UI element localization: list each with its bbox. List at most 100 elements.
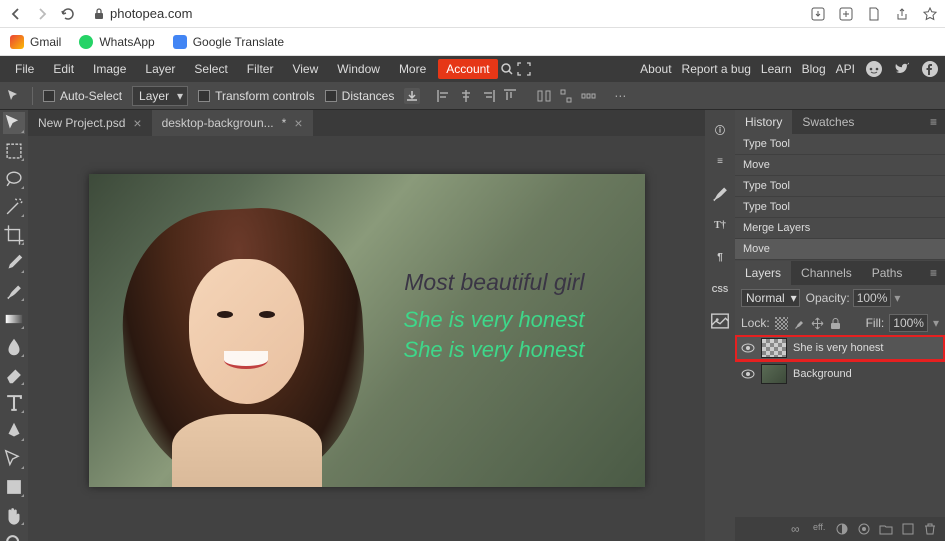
share-icon[interactable] bbox=[895, 7, 909, 21]
download-icon[interactable] bbox=[404, 88, 420, 104]
document-tab[interactable]: desktop-backgroun...*× bbox=[152, 110, 313, 136]
back-button[interactable] bbox=[8, 6, 24, 22]
layer-row[interactable]: Background bbox=[735, 361, 945, 387]
lock-all-icon[interactable] bbox=[829, 317, 842, 330]
character-panel-icon[interactable]: T† bbox=[709, 214, 731, 236]
star-icon[interactable] bbox=[923, 7, 937, 21]
menu-file[interactable]: File bbox=[6, 58, 43, 80]
shape-tool[interactable] bbox=[3, 476, 25, 498]
auto-select-checkbox[interactable]: Auto-Select bbox=[43, 89, 122, 103]
tab-history[interactable]: History bbox=[735, 110, 792, 134]
opacity-value[interactable]: 100% bbox=[853, 289, 892, 307]
transform-checkbox[interactable]: Transform controls bbox=[198, 89, 315, 103]
marquee-tool[interactable] bbox=[3, 140, 25, 162]
menu-select[interactable]: Select bbox=[185, 58, 236, 80]
bookmark-gmail[interactable]: Gmail bbox=[10, 35, 61, 49]
menu-api[interactable]: API bbox=[836, 62, 855, 76]
fullscreen-icon[interactable] bbox=[516, 61, 532, 77]
menu-more[interactable]: More bbox=[390, 58, 435, 80]
new-layer-icon[interactable] bbox=[901, 522, 915, 536]
layer-name[interactable]: Background bbox=[793, 368, 852, 380]
css-panel-icon[interactable]: CSS bbox=[709, 278, 731, 300]
delete-layer-icon[interactable] bbox=[923, 522, 937, 536]
align-right-icon[interactable] bbox=[480, 88, 496, 104]
lock-move-icon[interactable] bbox=[811, 317, 824, 330]
history-item[interactable]: Merge Layers bbox=[735, 218, 945, 239]
canvas-text-2[interactable]: She is very honest bbox=[404, 307, 585, 333]
distribute-icon[interactable] bbox=[536, 88, 552, 104]
align-left-icon[interactable] bbox=[436, 88, 452, 104]
hand-tool[interactable] bbox=[3, 504, 25, 526]
layer-row[interactable]: She is very honest bbox=[735, 335, 945, 361]
scrub-icon[interactable]: ▾ bbox=[933, 316, 939, 330]
tab-layers[interactable]: Layers bbox=[735, 261, 791, 285]
menu-window[interactable]: Window bbox=[328, 58, 389, 80]
facebook-icon[interactable] bbox=[921, 60, 939, 78]
bookmark-whatsapp[interactable]: WhatsApp bbox=[79, 35, 154, 49]
adjustment-layer-icon[interactable] bbox=[857, 522, 871, 536]
layer-name[interactable]: She is very honest bbox=[793, 342, 884, 354]
layer-thumbnail[interactable] bbox=[761, 364, 787, 384]
pen-tool[interactable] bbox=[3, 420, 25, 442]
lock-brush-icon[interactable] bbox=[793, 317, 806, 330]
panel-menu-icon[interactable]: ≡ bbox=[922, 266, 945, 280]
zoom-tool[interactable] bbox=[3, 532, 25, 541]
menu-report[interactable]: Report a bug bbox=[682, 62, 751, 76]
crop-tool[interactable] bbox=[3, 224, 25, 246]
visibility-icon[interactable] bbox=[741, 367, 755, 381]
canvas-text-1[interactable]: Most beautiful girl bbox=[404, 269, 584, 296]
menu-filter[interactable]: Filter bbox=[238, 58, 283, 80]
distribute-v-icon[interactable] bbox=[558, 88, 574, 104]
visibility-icon[interactable] bbox=[741, 341, 755, 355]
tab-paths[interactable]: Paths bbox=[862, 261, 913, 285]
fill-value[interactable]: 100% bbox=[889, 314, 928, 332]
brushes-panel-icon[interactable] bbox=[709, 182, 731, 204]
menu-layer[interactable]: Layer bbox=[136, 58, 184, 80]
account-button[interactable]: Account bbox=[438, 59, 497, 79]
distances-checkbox[interactable]: Distances bbox=[325, 89, 395, 103]
menu-view[interactable]: View bbox=[283, 58, 327, 80]
type-tool[interactable] bbox=[3, 392, 25, 414]
thumbnail-panel-icon[interactable] bbox=[709, 310, 731, 332]
gradient-tool[interactable] bbox=[3, 308, 25, 330]
new-folder-icon[interactable] bbox=[879, 522, 893, 536]
layer-dropdown[interactable]: Layer bbox=[132, 86, 188, 106]
bookmark-translate[interactable]: Google Translate bbox=[173, 35, 284, 49]
eraser-tool[interactable] bbox=[3, 364, 25, 386]
lasso-tool[interactable] bbox=[3, 168, 25, 190]
wand-tool[interactable] bbox=[3, 196, 25, 218]
menu-learn[interactable]: Learn bbox=[761, 62, 792, 76]
canvas-area[interactable]: Most beautiful girl She is very honest S… bbox=[28, 136, 705, 541]
layer-thumbnail[interactable] bbox=[761, 338, 787, 358]
install-icon[interactable] bbox=[811, 7, 825, 21]
url-text[interactable]: photopea.com bbox=[110, 6, 192, 21]
canvas-text-3[interactable]: She is very honest bbox=[404, 337, 585, 363]
new-tab-icon[interactable] bbox=[839, 7, 853, 21]
path-tool[interactable] bbox=[3, 448, 25, 470]
paragraph-panel-icon[interactable]: ¶ bbox=[709, 246, 731, 268]
page-icon[interactable] bbox=[867, 7, 881, 21]
layer-mask-icon[interactable] bbox=[835, 522, 849, 536]
menu-image[interactable]: Image bbox=[84, 58, 135, 80]
brush-tool[interactable] bbox=[3, 280, 25, 302]
close-icon[interactable]: × bbox=[133, 115, 141, 131]
twitter-icon[interactable] bbox=[893, 60, 911, 78]
blend-mode-select[interactable]: Normal bbox=[741, 289, 800, 307]
panel-menu-icon[interactable]: ≡ bbox=[922, 115, 945, 129]
menu-about[interactable]: About bbox=[640, 62, 671, 76]
forward-button[interactable] bbox=[34, 6, 50, 22]
tab-swatches[interactable]: Swatches bbox=[792, 110, 864, 134]
link-layers-icon[interactable]: ∞ bbox=[791, 522, 805, 536]
history-item[interactable]: Move bbox=[735, 239, 945, 260]
layer-effects-icon[interactable]: eff. bbox=[813, 522, 827, 536]
scrub-icon[interactable]: ▾ bbox=[894, 291, 900, 305]
blur-tool[interactable] bbox=[3, 336, 25, 358]
align-top-icon[interactable] bbox=[502, 88, 518, 104]
menu-edit[interactable]: Edit bbox=[44, 58, 83, 80]
reddit-icon[interactable] bbox=[865, 60, 883, 78]
menu-blog[interactable]: Blog bbox=[802, 62, 826, 76]
reload-button[interactable] bbox=[60, 6, 76, 22]
info-panel-icon[interactable]: ⓘ bbox=[709, 118, 731, 140]
canvas[interactable]: Most beautiful girl She is very honest S… bbox=[89, 174, 645, 487]
history-item[interactable]: Type Tool bbox=[735, 197, 945, 218]
